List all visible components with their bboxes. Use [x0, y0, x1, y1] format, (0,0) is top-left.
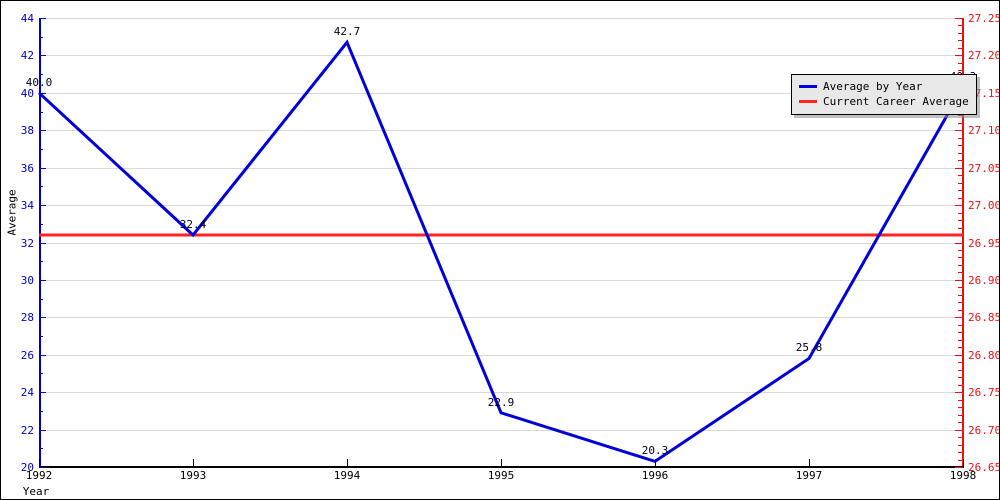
data-point-label: 32.4 [179, 218, 207, 232]
legend-swatch-blue [799, 85, 817, 88]
legend-swatch-red [799, 100, 817, 103]
chart-legend[interactable]: Average by Year Current Career Average [791, 74, 977, 115]
legend-label-average-by-year: Average by Year [823, 80, 923, 93]
legend-item-average-by-year[interactable]: Average by Year [799, 79, 969, 94]
line-chart: 20 22 24 26 28 30 32 34 36 38 40 42 44 26.65 26.70 26.7… [0, 0, 1000, 500]
data-point-label: 42.7 [333, 25, 361, 39]
x-axis-title: Year [22, 485, 50, 498]
legend-label-current-career-average: Current Career Average [823, 95, 969, 108]
data-point-label: 25.8 [795, 341, 823, 355]
data-point-label: 20.3 [641, 444, 669, 458]
legend-item-current-career-average[interactable]: Current Career Average [799, 94, 969, 109]
y-axis-title: Average [5, 189, 19, 236]
data-point-label: 22.9 [487, 395, 515, 409]
data-point-label: 40.0 [25, 75, 53, 89]
